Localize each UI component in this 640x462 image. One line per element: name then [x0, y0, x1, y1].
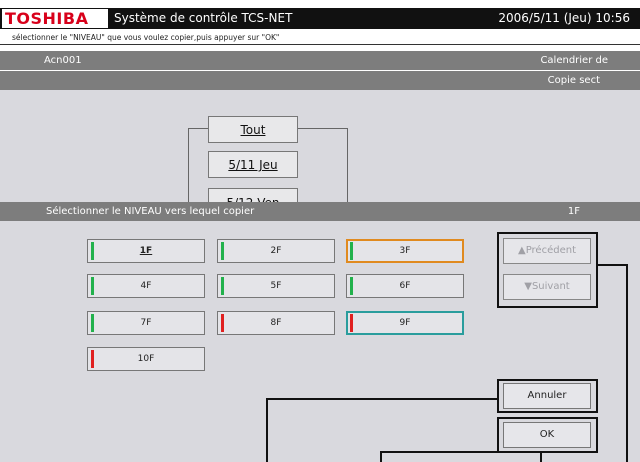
callout-line	[266, 398, 497, 400]
unit-header-bar: Acn001 Calendrier de	[0, 51, 640, 70]
status-marker	[350, 277, 353, 295]
floor-button-1f[interactable]: 1F	[87, 239, 205, 263]
callout-line	[266, 398, 268, 462]
floor-label: 7F	[140, 318, 152, 328]
copy-label: Copie sect	[547, 75, 600, 86]
app-title: Système de contrôle TCS-NET	[114, 11, 293, 25]
floor-label: 10F	[137, 354, 155, 364]
ok-button[interactable]: OK	[503, 422, 591, 448]
callout-line	[598, 264, 628, 266]
floor-button-5f[interactable]: 5F	[217, 274, 335, 298]
copy-header-bar: Copie sect	[0, 71, 640, 90]
floor-label: 3F	[399, 246, 411, 256]
floor-label: 5F	[270, 281, 282, 291]
toshiba-logo: TOSHIBA	[2, 9, 108, 28]
status-marker	[221, 277, 224, 295]
floor-button-7f[interactable]: 7F	[87, 311, 205, 335]
callout-line	[380, 451, 382, 462]
floor-label: 4F	[140, 281, 152, 291]
floor-label: 8F	[270, 318, 282, 328]
next-page-button[interactable]: ▼Suivant	[503, 274, 591, 300]
status-marker	[91, 314, 94, 332]
floor-button-6f[interactable]: 6F	[346, 274, 464, 298]
status-marker	[221, 314, 224, 332]
floor-button-2f[interactable]: 2F	[217, 239, 335, 263]
floor-button-8f[interactable]: 8F	[217, 311, 335, 335]
cancel-button[interactable]: Annuler	[503, 383, 591, 409]
floor-label: 2F	[270, 246, 282, 256]
calendar-label: Calendrier de	[540, 55, 608, 66]
floor-button-10f[interactable]: 10F	[87, 347, 205, 371]
floor-label: 1F	[139, 246, 153, 256]
status-marker	[91, 350, 94, 368]
status-marker	[350, 314, 353, 332]
callout-line	[380, 451, 497, 453]
floor-label: 9F	[399, 318, 411, 328]
panel-header: Sélectionner le NIVEAU vers lequel copie…	[0, 202, 640, 221]
status-marker	[350, 242, 353, 260]
callout-line	[626, 264, 628, 462]
status-marker	[221, 242, 224, 260]
status-marker	[91, 277, 94, 295]
instruction-text: sélectionner le "NIVEAU" que vous voulez…	[0, 31, 640, 45]
current-level: 1F	[567, 206, 580, 217]
day-button-5-11[interactable]: 5/11 Jeu	[208, 151, 298, 178]
unit-name: Acn001	[44, 55, 82, 66]
floor-button-4f[interactable]: 4F	[87, 274, 205, 298]
datetime-display: 2006/5/11 (Jeu) 10:56	[498, 11, 630, 25]
callout-line	[540, 453, 542, 462]
floor-button-3f[interactable]: 3F	[346, 239, 464, 263]
panel-title: Sélectionner le NIVEAU vers lequel copie…	[46, 206, 255, 217]
floor-button-9f[interactable]: 9F	[346, 311, 464, 335]
floor-label: 6F	[399, 281, 411, 291]
previous-page-button[interactable]: ▲Précédent	[503, 238, 591, 264]
status-marker	[91, 242, 94, 260]
all-days-button[interactable]: Tout	[208, 116, 298, 143]
